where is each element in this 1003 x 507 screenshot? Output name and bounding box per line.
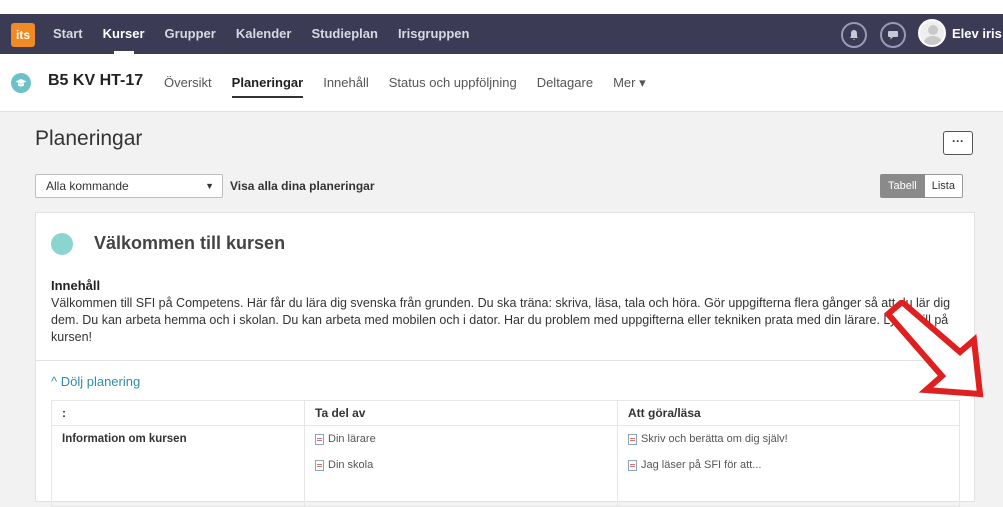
hide-planning-toggle[interactable]: ^ Dölj planering: [51, 374, 140, 389]
nav-item-start[interactable]: Start: [53, 14, 83, 54]
assignment-link[interactable]: Jag läser på SFI för att...: [628, 452, 949, 478]
document-icon: [628, 433, 637, 445]
filter-value: Alla kommande: [46, 179, 129, 193]
nav-item-studieplan[interactable]: Studieplan: [311, 14, 377, 54]
nav-item-grupper[interactable]: Grupper: [165, 14, 216, 54]
tab-status[interactable]: Status och uppföljning: [389, 54, 517, 112]
assignment-link[interactable]: Skriv och berätta om dig själv!: [628, 426, 949, 452]
avatar: [918, 19, 946, 47]
top-navigation-bar: its Start Kurser Grupper Kalender Studie…: [0, 0, 1003, 54]
chat-icon[interactable]: [880, 22, 906, 48]
course-title: B5 KV HT-17: [48, 72, 144, 89]
resource-label: Din lärare: [328, 433, 376, 445]
planning-card: Välkommen till kursen Innehåll Välkommen…: [35, 212, 975, 507]
view-table-button[interactable]: Tabell: [880, 174, 925, 198]
row-label: Information om kursen: [62, 433, 187, 445]
tab-deltagare[interactable]: Deltagare: [537, 54, 593, 112]
resource-link[interactable]: Din skola: [315, 452, 607, 478]
nav-item-kurser[interactable]: Kurser: [103, 14, 145, 54]
column-header: :: [51, 400, 305, 426]
red-arrow-annotation-icon: [883, 300, 984, 398]
content-text: Välkommen till SFI på Competens. Här får…: [51, 296, 951, 344]
document-icon: [315, 433, 324, 445]
tab-innehall[interactable]: Innehåll: [323, 54, 369, 112]
content-heading: Innehåll: [51, 278, 101, 293]
tab-planeringar[interactable]: Planeringar: [231, 54, 303, 112]
resource-label: Din skola: [328, 459, 374, 471]
course-tabs: Översikt Planeringar Innehåll Status och…: [164, 54, 666, 112]
its-logo[interactable]: its: [11, 23, 35, 47]
user-name: Elev iris: [952, 25, 1002, 41]
resource-link[interactable]: Din lärare: [315, 426, 607, 452]
planning-filter-select[interactable]: Alla kommande ▼: [35, 174, 223, 198]
tab-mer[interactable]: Mer ▾: [613, 54, 646, 112]
document-icon: [315, 459, 324, 471]
assignment-label: Jag läser på SFI för att...: [641, 459, 762, 471]
page-title: Planeringar: [35, 127, 143, 150]
show-all-plans-link[interactable]: Visa alla dina planeringar: [230, 179, 375, 193]
column-header: Ta del av: [304, 400, 618, 426]
course-header: B5 KV HT-17 Översikt Planeringar Innehål…: [0, 54, 1003, 112]
planning-title[interactable]: Välkommen till kursen: [94, 233, 285, 254]
more-options-button[interactable]: ···: [943, 131, 973, 155]
graduation-cap-icon: [11, 73, 31, 93]
column-header: Att göra/läsa: [617, 400, 960, 426]
nav-item-irisgruppen[interactable]: Irisgruppen: [398, 14, 470, 54]
main-nav: Start Kurser Grupper Kalender Studieplan…: [53, 14, 489, 54]
bell-icon[interactable]: [841, 22, 867, 48]
document-icon: [628, 459, 637, 471]
table-row: Information om kursen Din lärare Din sko…: [51, 425, 960, 507]
view-list-button[interactable]: Lista: [924, 174, 963, 198]
assignment-label: Skriv och berätta om dig själv!: [641, 433, 788, 445]
user-menu[interactable]: Elev iris: [918, 19, 1002, 47]
planning-color-dot: [51, 233, 73, 255]
view-toggle: Tabell Lista: [880, 174, 963, 198]
nav-item-kalender[interactable]: Kalender: [236, 14, 292, 54]
tab-oversikt[interactable]: Översikt: [164, 54, 212, 112]
caret-down-icon: ▼: [205, 181, 214, 191]
planning-table: : Ta del av Att göra/läsa Information om…: [51, 400, 960, 507]
divider: [36, 360, 974, 361]
